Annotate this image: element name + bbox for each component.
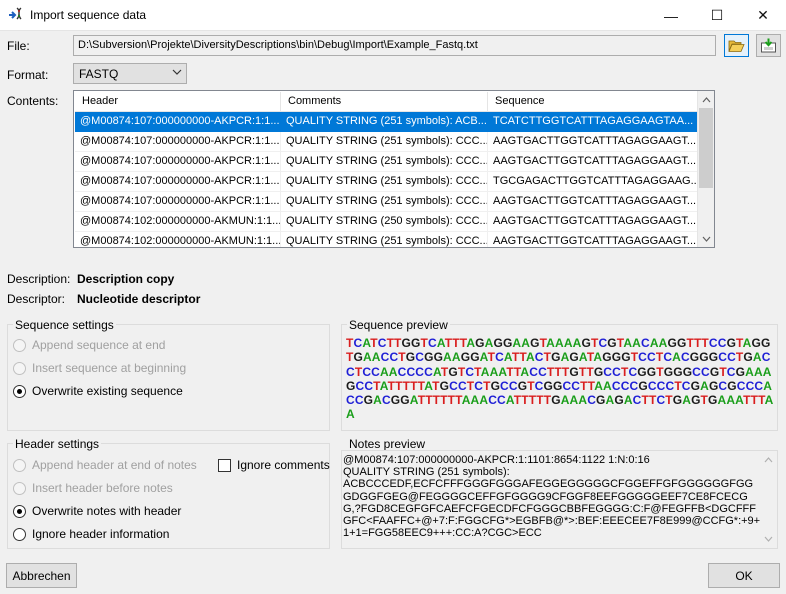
comments-cell: QUALITY STRING (251 symbols): CCC... <box>281 232 488 247</box>
ignore-comments-checkbox[interactable]: Ignore comments <box>218 458 330 472</box>
table-header: Header Comments Sequence <box>75 92 698 112</box>
descriptor-label: Descriptor: <box>7 292 66 306</box>
save-download-icon <box>761 38 776 53</box>
radio-indicator <box>13 361 26 375</box>
header-cell: @M00874:107:000000000-AKPCR:1:1... <box>75 152 281 172</box>
header-cell: @M00874:102:000000000-AKMUN:1:1... <box>75 232 281 247</box>
sequence-settings-title: Sequence settings <box>13 318 116 332</box>
column-header-sequence[interactable]: Sequence <box>488 92 698 112</box>
folder-open-icon <box>728 40 745 52</box>
maximize-button[interactable]: ☐ <box>694 0 740 31</box>
sequence-cell: AAGTGACTTGGTCATTTAGAGGAAGT... <box>488 212 698 232</box>
sequence-preview-title: Sequence preview <box>347 318 450 332</box>
radio-indicator <box>13 338 26 352</box>
table-row[interactable]: @M00874:107:000000000-AKPCR:1:1... QUALIT… <box>75 192 698 212</box>
radio-indicator <box>13 384 26 398</box>
header-cell: @M00874:102:000000000-AKMUN:1:1... <box>75 212 281 232</box>
table-row[interactable]: @M00874:107:000000000-AKPCR:1:1... QUALIT… <box>75 152 698 172</box>
checkbox-label: Ignore comments <box>237 458 330 472</box>
notes-scrollbar[interactable] <box>760 451 777 548</box>
window-title: Import sequence data <box>30 8 147 22</box>
radio-indicator <box>13 458 26 472</box>
radio-label: Overwrite existing sequence <box>32 384 183 398</box>
format-value: FASTQ <box>79 67 119 81</box>
radio-indicator <box>13 481 26 495</box>
sequence-cell: AAGTGACTTGGTCATTTAGAGGAAGT... <box>488 132 698 152</box>
sequence-cell: TGCGAGACTTGGTCATTTAGAGGAAG... <box>488 172 698 192</box>
chevron-down-icon <box>172 69 182 75</box>
scroll-down-icon[interactable] <box>764 536 773 542</box>
radio-label: Append sequence at end <box>32 338 166 352</box>
contents-label: Contents: <box>7 94 59 108</box>
radio-label: Append header at end of notes <box>32 458 197 472</box>
comments-cell: QUALITY STRING (251 symbols): CCC... <box>281 192 488 212</box>
radio-label: Ignore header information <box>32 527 170 541</box>
overwrite-notes-radio[interactable]: Overwrite notes with header <box>13 504 181 518</box>
table-scrollbar[interactable] <box>697 91 714 247</box>
header-cell: @M00874:107:000000000-AKPCR:1:1... <box>75 192 281 212</box>
sequence-cell: AAGTGACTTGGTCATTTAGAGGAAGT... <box>488 232 698 247</box>
comments-cell: QUALITY STRING (251 symbols): ACB... <box>281 112 488 132</box>
append-sequence-radio[interactable]: Append sequence at end <box>13 338 165 352</box>
radio-label: Insert header before notes <box>32 481 173 495</box>
sequence-cell: AAGTGACTTGGTCATTTAGAGGAAGT... <box>488 152 698 172</box>
header-settings-title: Header settings <box>13 437 102 451</box>
descriptor-value: Nucleotide descriptor <box>77 292 201 306</box>
notes-preview-title: Notes preview <box>347 437 428 451</box>
file-path-field[interactable]: D:\Subversion\Projekte\DiversityDescript… <box>73 35 716 56</box>
table-row[interactable]: @M00874:107:000000000-AKPCR:1:1... QUALIT… <box>75 172 698 192</box>
radio-indicator <box>13 504 26 518</box>
save-file-button[interactable] <box>756 34 781 57</box>
format-label: Format: <box>7 68 49 82</box>
radio-label: Insert sequence at beginning <box>32 361 187 375</box>
table-row[interactable]: @M00874:107:000000000-AKPCR:1:1... QUALIT… <box>75 132 698 152</box>
ignore-header-radio[interactable]: Ignore header information <box>13 527 169 541</box>
cancel-button[interactable]: Abbrechen <box>6 563 77 588</box>
close-icon: ✕ <box>757 7 769 23</box>
comments-cell: QUALITY STRING (250 symbols): CCC... <box>281 212 488 232</box>
radio-indicator <box>13 527 26 541</box>
file-label: File: <box>7 39 30 53</box>
description-label: Description: <box>7 272 71 286</box>
overwrite-sequence-radio[interactable]: Overwrite existing sequence <box>13 384 183 398</box>
column-header-header[interactable]: Header <box>75 92 281 112</box>
header-cell: @M00874:107:000000000-AKPCR:1:1... <box>75 112 281 132</box>
description-value: Description copy <box>77 272 175 286</box>
open-file-button[interactable] <box>724 34 749 57</box>
minimize-button[interactable]: — <box>648 0 694 31</box>
close-button[interactable]: ✕ <box>740 0 786 31</box>
comments-cell: QUALITY STRING (251 symbols): CCC... <box>281 132 488 152</box>
scroll-down-icon[interactable] <box>698 230 714 247</box>
format-dropdown[interactable]: FASTQ <box>73 63 187 84</box>
table-row[interactable]: @M00874:107:000000000-AKPCR:1:1... QUALIT… <box>75 112 698 132</box>
table-row[interactable]: @M00874:102:000000000-AKMUN:1:1... QUALIT… <box>75 212 698 232</box>
notes-preview-box[interactable]: @M00874:107:000000000-AKPCR:1:1101:8654:… <box>341 450 778 549</box>
column-header-comments[interactable]: Comments <box>281 92 488 112</box>
maximize-icon: ☐ <box>710 7 724 23</box>
table-row[interactable]: @M00874:102:000000000-AKMUN:1:1... QUALIT… <box>75 232 698 247</box>
scroll-up-icon[interactable] <box>698 91 714 108</box>
title-bar: Import sequence data — ☐ ✕ <box>0 0 786 31</box>
minimize-icon: — <box>664 7 678 24</box>
scroll-up-icon[interactable] <box>764 457 773 463</box>
header-cell: @M00874:107:000000000-AKPCR:1:1... <box>75 132 281 152</box>
insert-sequence-radio[interactable]: Insert sequence at beginning <box>13 361 186 375</box>
sequence-cell: TCATCTTGGTCATTTAGAGGAAGTAA... <box>488 112 698 132</box>
append-header-radio[interactable]: Append header at end of notes <box>13 458 197 472</box>
checkbox-indicator <box>218 458 231 472</box>
ok-button[interactable]: OK <box>708 563 780 588</box>
notes-preview-text: @M00874:107:000000000-AKPCR:1:1101:8654:… <box>343 454 761 540</box>
scrollbar-thumb[interactable] <box>699 108 713 188</box>
import-sequence-icon <box>8 7 26 23</box>
comments-cell: QUALITY STRING (251 symbols): CCC... <box>281 152 488 172</box>
header-cell: @M00874:107:000000000-AKPCR:1:1... <box>75 172 281 192</box>
sequence-preview-text: TCATCTTGGTCATTTAGAGGAAGTAAAAGTCGTAACAAGG… <box>346 336 774 422</box>
sequence-cell: AAGTGACTTGGTCATTTAGAGGAAGT... <box>488 192 698 212</box>
comments-cell: QUALITY STRING (251 symbols): CCC... <box>281 172 488 192</box>
radio-label: Overwrite notes with header <box>32 504 182 518</box>
contents-table[interactable]: Header Comments Sequence @M00874:107:000… <box>73 90 715 248</box>
insert-header-radio[interactable]: Insert header before notes <box>13 481 173 495</box>
